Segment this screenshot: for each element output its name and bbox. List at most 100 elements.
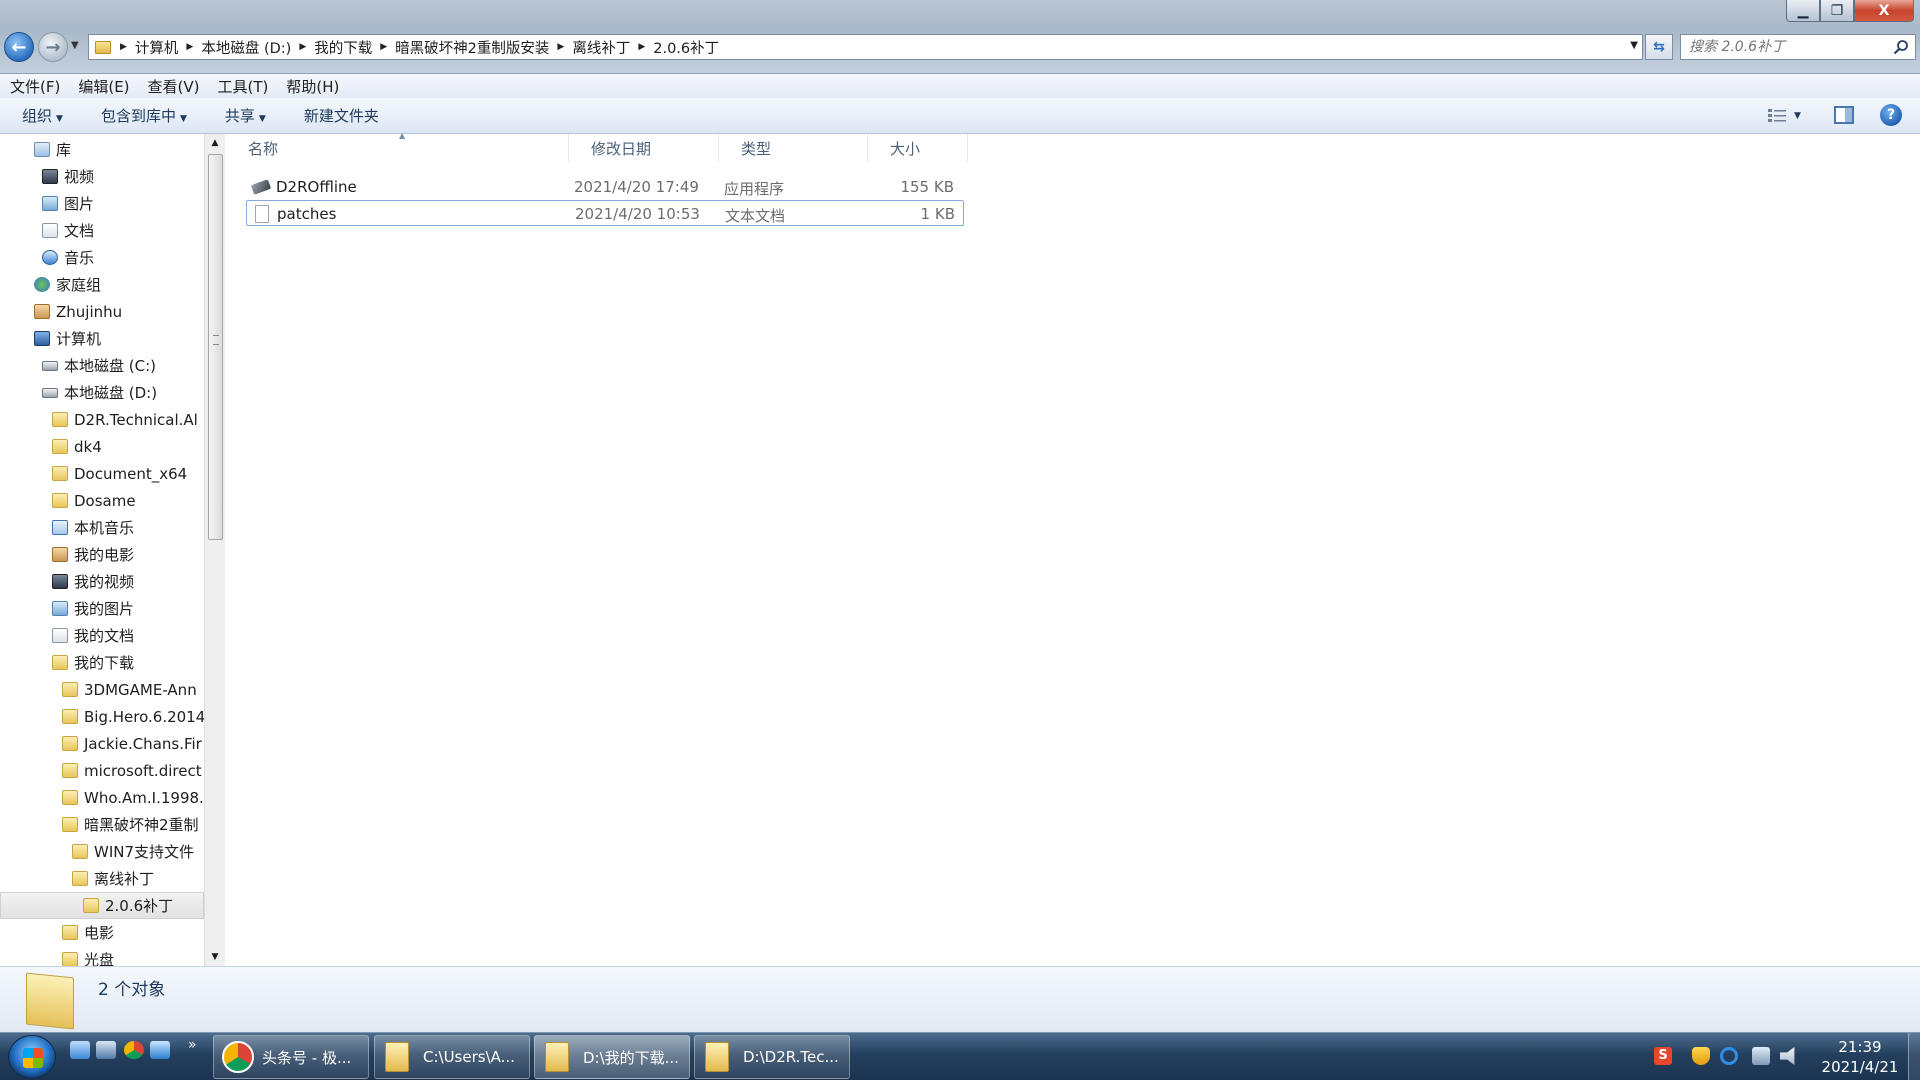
- breadcrumb-current-folder[interactable]: 2.0.6补丁: [648, 37, 724, 58]
- menu-view[interactable]: 查看(V): [140, 76, 208, 97]
- nav-item-label: 我的文档: [74, 627, 135, 645]
- nav-item[interactable]: Zhujinhu: [0, 298, 204, 325]
- nav-item[interactable]: 库: [0, 136, 204, 163]
- sogou-ime-icon[interactable]: S: [1654, 1047, 1672, 1065]
- file-row-d2roffline[interactable]: D2ROffline 2021/4/20 17:49 应用程序 155 KB: [246, 174, 964, 200]
- change-view-button[interactable]: ▼: [1768, 106, 1812, 126]
- column-header-date[interactable]: 修改日期: [569, 134, 719, 162]
- search-box[interactable]: [1680, 34, 1916, 60]
- taskbar-item-chrome[interactable]: 头条号 - 极...: [213, 1035, 369, 1079]
- nav-item[interactable]: 我的文档: [0, 622, 204, 649]
- explorer-icon[interactable]: [96, 1041, 116, 1059]
- minimize-button[interactable]: ▁: [1786, 0, 1820, 22]
- breadcrumb-d2r-install[interactable]: 暗黑破坏神2重制版安装: [390, 37, 554, 58]
- menu-help[interactable]: 帮助(H): [278, 76, 347, 97]
- search-icon[interactable]: [1893, 39, 1909, 55]
- taskbar-item-explorer-d2r[interactable]: D:\D2R.Tec...: [694, 1035, 850, 1079]
- nav-item[interactable]: 计算机: [0, 325, 204, 352]
- nav-item[interactable]: 文档: [0, 217, 204, 244]
- nav-item[interactable]: 音乐: [0, 244, 204, 271]
- clock[interactable]: 21:39 2021/4/21: [1810, 1037, 1910, 1077]
- breadcrumb-arrow-icon[interactable]: ▶: [183, 42, 196, 52]
- nav-item[interactable]: 电影: [0, 919, 204, 946]
- address-bar[interactable]: ▶ 计算机 ▶ 本地磁盘 (D:) ▶ 我的下载 ▶ 暗黑破坏神2重制版安装 ▶…: [88, 34, 1643, 60]
- nav-item[interactable]: 暗黑破坏神2重制: [0, 811, 204, 838]
- nav-item[interactable]: 2.0.6补丁: [0, 892, 204, 919]
- volume-icon[interactable]: [1780, 1047, 1795, 1065]
- file-list[interactable]: ▲ 名称 修改日期 类型 大小 D2ROffline 2021/4/20 17:…: [226, 131, 1920, 966]
- scroll-down-arrow-icon[interactable]: ▼: [205, 948, 225, 966]
- nav-item[interactable]: 家庭组: [0, 271, 204, 298]
- scrollbar-thumb[interactable]: [208, 154, 223, 540]
- breadcrumb-arrow-icon[interactable]: ▶: [296, 42, 309, 52]
- show-desktop-icon[interactable]: [70, 1041, 90, 1059]
- include-in-library-button[interactable]: 包含到库中 ▼: [79, 105, 203, 126]
- chevron-down-icon[interactable]: ▼: [1630, 40, 1638, 51]
- breadcrumb-arrow-icon[interactable]: ▶: [117, 42, 130, 52]
- nav-item[interactable]: 图片: [0, 190, 204, 217]
- column-header-size[interactable]: 大小: [868, 134, 968, 162]
- nav-item[interactable]: Who.Am.I.1998.: [0, 784, 204, 811]
- nav-item[interactable]: Dosame: [0, 487, 204, 514]
- column-header-name[interactable]: ▲ 名称: [226, 131, 569, 162]
- quick-launch-more-button[interactable]: »: [188, 1037, 197, 1053]
- nav-item[interactable]: D2R.Technical.Al: [0, 406, 204, 433]
- show-desktop-button[interactable]: [1908, 1033, 1920, 1080]
- breadcrumb-drive-d[interactable]: 本地磁盘 (D:): [196, 37, 296, 58]
- breadcrumb-arrow-icon[interactable]: ▶: [377, 42, 390, 52]
- maximize-button[interactable]: ❐: [1820, 0, 1854, 22]
- column-header-type[interactable]: 类型: [719, 134, 868, 162]
- nav-item[interactable]: Big.Hero.6.2014: [0, 703, 204, 730]
- nav-item[interactable]: 本机音乐: [0, 514, 204, 541]
- nav-item[interactable]: 我的视频: [0, 568, 204, 595]
- nav-item[interactable]: WIN7支持文件: [0, 838, 204, 865]
- search-input[interactable]: [1689, 39, 1889, 55]
- refresh-button[interactable]: ⇆: [1645, 34, 1673, 60]
- nav-item[interactable]: 离线补丁: [0, 865, 204, 892]
- nav-item[interactable]: 本地磁盘 (C:): [0, 352, 204, 379]
- taskbar-item-explorer-users[interactable]: C:\Users\A...: [374, 1035, 530, 1079]
- nav-item[interactable]: 3DMGAME-Ann: [0, 676, 204, 703]
- network-icon[interactable]: [1752, 1047, 1770, 1065]
- nav-item[interactable]: 我的下载: [0, 649, 204, 676]
- security-shield-icon[interactable]: [1692, 1047, 1710, 1065]
- nav-item[interactable]: dk4: [0, 433, 204, 460]
- breadcrumb-offline-patch[interactable]: 离线补丁: [567, 37, 635, 58]
- menu-tools[interactable]: 工具(T): [210, 76, 277, 97]
- taskbar-item-explorer-downloads[interactable]: D:\我的下载...: [534, 1035, 690, 1079]
- share-button[interactable]: 共享 ▼: [203, 105, 282, 126]
- breadcrumb-computer[interactable]: 计算机: [130, 37, 184, 58]
- help-button[interactable]: ?: [1880, 104, 1902, 126]
- g-app-icon[interactable]: [1720, 1047, 1738, 1065]
- chevron-down-icon[interactable]: ▼: [1794, 111, 1801, 121]
- forward-button[interactable]: →: [38, 32, 68, 62]
- new-folder-button[interactable]: 新建文件夹: [282, 105, 395, 126]
- nav-item-label: WIN7支持文件: [94, 843, 195, 861]
- mail-icon[interactable]: [150, 1041, 170, 1059]
- back-button[interactable]: ←: [4, 32, 34, 62]
- breadcrumb-arrow-icon[interactable]: ▶: [635, 42, 648, 52]
- nav-item[interactable]: 我的电影: [0, 541, 204, 568]
- nav-pane-scrollbar[interactable]: ▲ ▼: [204, 134, 225, 966]
- preview-pane-button[interactable]: [1834, 106, 1854, 124]
- nav-item[interactable]: 视频: [0, 163, 204, 190]
- close-button[interactable]: X: [1854, 0, 1914, 22]
- nav-item[interactable]: Document_x64: [0, 460, 204, 487]
- nav-item[interactable]: 我的图片: [0, 595, 204, 622]
- folder-icon: [52, 493, 68, 508]
- nav-item[interactable]: Jackie.Chans.Fir: [0, 730, 204, 757]
- menu-file[interactable]: 文件(F): [2, 76, 68, 97]
- start-button[interactable]: [8, 1035, 56, 1079]
- file-row-patches[interactable]: patches 2021/4/20 10:53 文本文档 1 KB: [246, 200, 964, 226]
- text-file-icon: [255, 205, 269, 223]
- menu-edit[interactable]: 编辑(E): [70, 76, 137, 97]
- nav-item[interactable]: microsoft.direct: [0, 757, 204, 784]
- nav-item[interactable]: 本地磁盘 (D:): [0, 379, 204, 406]
- nav-item[interactable]: 光盘: [0, 946, 204, 966]
- organize-button[interactable]: 组织 ▼: [0, 105, 79, 126]
- breadcrumb-my-downloads[interactable]: 我的下载: [309, 37, 377, 58]
- chrome-icon[interactable]: [124, 1041, 144, 1059]
- recent-pages-button[interactable]: ▼: [71, 40, 79, 51]
- breadcrumb-arrow-icon[interactable]: ▶: [554, 42, 567, 52]
- scroll-up-arrow-icon[interactable]: ▲: [205, 134, 225, 152]
